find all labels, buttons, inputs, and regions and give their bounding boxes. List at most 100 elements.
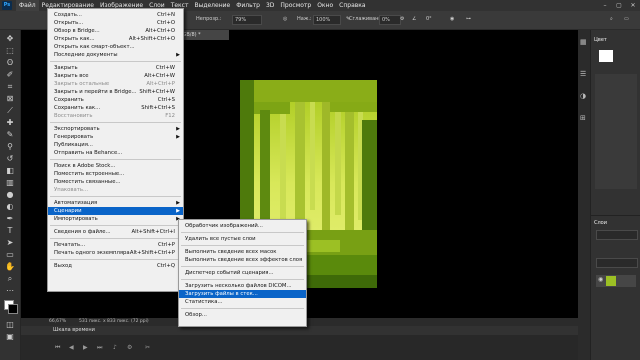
symmetry-icon[interactable]: ⊶ [466,16,471,22]
menu-item-print[interactable]: Печатать... Ctrl+P [48,241,183,249]
menu-item-open-as[interactable]: Открыть как... Alt+Shift+Ctrl+O [48,35,183,43]
menu-item-new[interactable]: Создать... Ctrl+N [48,11,183,19]
stamp-tool-icon[interactable]: ⚲ [4,142,16,152]
color-panel-title[interactable]: Цвет [594,37,607,43]
history-brush-tool-icon[interactable]: ↺ [4,154,16,164]
document-size-info: 531 пикс. x 833 пикс. (72 ppi) [79,319,149,324]
move-tool-icon[interactable]: ✥ [4,34,16,44]
menu-window[interactable]: Окно [314,0,336,11]
menu-item-export[interactable]: Экспортировать ▶ [48,125,183,133]
type-tool-icon[interactable]: T [4,226,16,236]
menu-item-place-embedded[interactable]: Поместить встроенные... [48,170,183,178]
layers-blend-mode[interactable] [596,258,638,268]
zoom-tool-icon[interactable]: ⌕ [4,274,16,284]
submenu-item-load-dicom[interactable]: Загрузить несколько файлов DICOM... [179,282,306,290]
zoom-level[interactable]: 66,67% [49,318,66,326]
menu-item-file-info[interactable]: Сведения о файле... Alt+Shift+Ctrl+I [48,228,183,236]
gear-icon[interactable]: ⚙ [400,16,404,22]
close-icon[interactable]: ✕ [626,2,640,9]
gradient-tool-icon[interactable]: ▥ [4,178,16,188]
layer-row[interactable]: ◉ [596,275,636,287]
menu-item-save-as[interactable]: Сохранить как... Shift+Ctrl+S [48,104,183,112]
quick-select-tool-icon[interactable]: ✐ [4,70,16,80]
search-icon[interactable]: ⌕ [610,16,613,22]
menu-item-print-one-copy[interactable]: Печать одного экземпляра Alt+Shift+Ctrl+P [48,249,183,257]
visibility-eye-icon[interactable]: ◉ [598,276,603,283]
menu-3d[interactable]: 3D [263,0,277,11]
pressure-size-icon[interactable]: ◉ [450,16,454,22]
layers-panel-title[interactable]: Слои [594,220,607,226]
pen-tool-icon[interactable]: ✒ [4,214,16,224]
menu-file[interactable]: Файл [16,0,39,11]
hand-tool-icon[interactable]: ✋ [4,262,16,272]
menu-filter[interactable]: Фильтр [233,0,263,11]
workspace-icon[interactable]: ▭ [624,16,629,22]
menu-view[interactable]: Просмотр [277,0,314,11]
background-color-swatch[interactable] [8,304,18,314]
menu-item-behance[interactable]: Отправить на Behance... [48,149,183,157]
adjustments-icon[interactable]: ◑ [580,92,586,100]
flow-field[interactable]: 100% [313,15,341,25]
settings-icon[interactable]: ⚙ [127,344,132,351]
eyedropper-tool-icon[interactable]: ⟋ [4,106,16,116]
opacity-field[interactable]: 79% [232,15,262,25]
color-preview-swatch[interactable] [599,50,613,62]
menu-item-adobe-stock[interactable]: Поиск в Adobe Stock... [48,162,183,170]
eraser-tool-icon[interactable]: ◧ [4,166,16,176]
minimize-icon[interactable]: – [598,2,612,9]
menu-item-open[interactable]: Открыть... Ctrl+O [48,19,183,27]
blur-tool-icon[interactable]: ● [4,190,16,200]
submenu-item-flatten-layer-effects[interactable]: Выполнить сведение всех эффектов слоя [179,256,306,264]
menu-select[interactable]: Выделение [191,0,233,11]
submenu-item-load-files-into-stack[interactable]: Загрузить файлы в стек... [179,290,306,298]
play-icon[interactable]: ▶ [83,344,88,351]
menu-item-share[interactable]: Публикация... [48,141,183,149]
brush-tool-icon[interactable]: ✎ [4,130,16,140]
first-frame-icon[interactable]: ⏮ [55,344,60,352]
menu-help[interactable]: Справка [336,0,368,11]
menu-item-scripts[interactable]: Сценарии ▶ [48,207,183,215]
menu-item-automate[interactable]: Автоматизация ▶ [48,199,183,207]
menu-item-import[interactable]: Импортировать▶ [48,215,183,223]
submenu-item-browse[interactable]: Обзор... [179,311,306,319]
split-icon[interactable]: ✂ [145,344,150,351]
layers-filter-field[interactable] [596,230,638,240]
menu-item-browse-bridge[interactable]: Обзор в Bridge... Alt+Ctrl+O [48,27,183,35]
marquee-tool-icon[interactable]: ⬚ [4,46,16,56]
menu-item-place-linked[interactable]: Поместить связанные... [48,178,183,186]
smoothing-field[interactable]: 0% [379,15,401,25]
timeline-title[interactable]: Шкала времени [53,326,95,335]
menu-item-save[interactable]: Сохранить Ctrl+S [48,96,183,104]
history-icon[interactable]: ▦ [580,38,587,46]
next-frame-icon[interactable]: ⏭ [97,344,102,352]
menu-item-close-all[interactable]: Закрыть все Alt+Ctrl+W [48,72,183,80]
submenu-item-delete-empty-layers[interactable]: Удалить все пустые слои [179,235,306,243]
frame-tool-icon[interactable]: ⊠ [4,94,16,104]
angle-icon[interactable]: ∠ [412,16,416,22]
menu-item-generate[interactable]: Генерировать ▶ [48,133,183,141]
menu-item-open-smart-object[interactable]: Открыть как смарт-объект... [48,43,183,51]
properties-icon[interactable]: ☰ [580,70,586,78]
path-select-tool-icon[interactable]: ➤ [4,238,16,248]
menu-item-close-go-bridge[interactable]: Закрыть и перейти в Bridge... Shift+Ctrl+… [48,88,183,96]
shape-tool-icon[interactable]: ▭ [4,250,16,260]
menu-item-recent[interactable]: Последние документы ▶ [48,51,183,59]
more-tools-icon[interactable]: ⋯ [4,286,16,296]
quick-mask-icon[interactable]: ◫ [4,320,16,330]
prev-frame-icon[interactable]: ◀ [69,344,74,351]
submenu-item-flatten-masks[interactable]: Выполнить сведение всех масок [179,248,306,256]
submenu-item-statistics[interactable]: Статистика... [179,298,306,306]
dodge-tool-icon[interactable]: ◐ [4,202,16,212]
pressure-icon[interactable]: ◎ [283,16,287,22]
audio-icon[interactable]: ♪ [113,344,117,351]
libraries-icon[interactable]: ⊞ [580,114,586,122]
screen-mode-icon[interactable]: ▣ [4,332,16,342]
maximize-icon[interactable]: ▢ [612,2,626,9]
menu-item-exit[interactable]: Выход Ctrl+Q [48,262,183,270]
crop-tool-icon[interactable]: ⌗ [4,82,16,92]
submenu-item-script-events-manager[interactable]: Диспетчер событий сценария... [179,269,306,277]
lasso-tool-icon[interactable]: ʘ [4,58,16,68]
menu-item-close[interactable]: Закрыть Ctrl+W [48,64,183,72]
healing-tool-icon[interactable]: ✚ [4,118,16,128]
submenu-item-image-processor[interactable]: Обработчик изображений... [179,222,306,230]
